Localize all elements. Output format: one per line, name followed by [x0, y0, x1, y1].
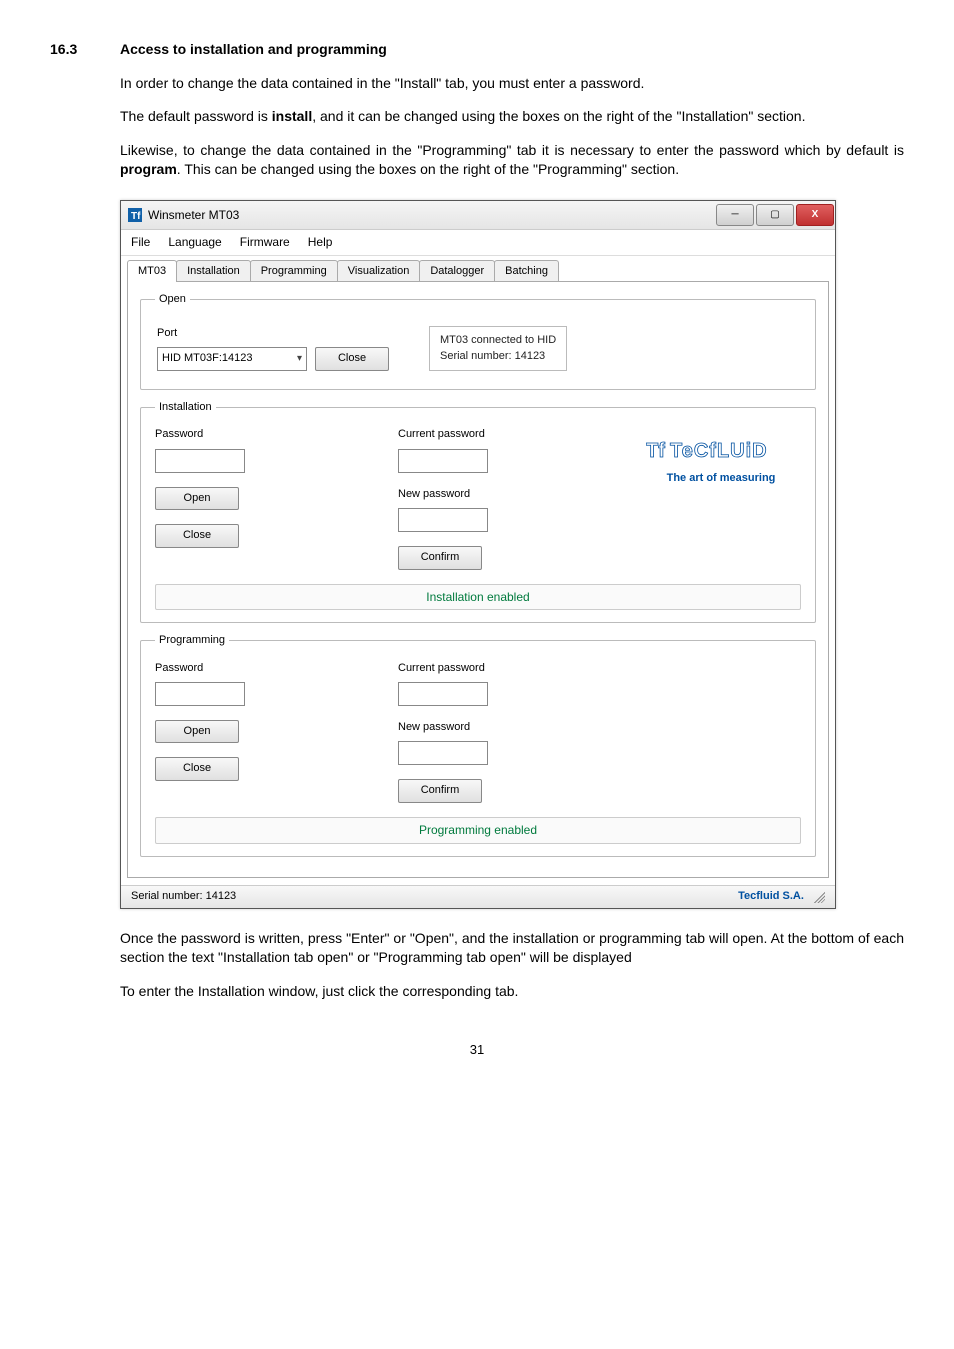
menubar: File Language Firmware Help [121, 230, 835, 256]
text-bold: install [272, 108, 312, 124]
programming-legend: Programming [155, 633, 229, 648]
tabbar: MT03 Installation Programming Visualizat… [121, 256, 835, 282]
connection-status-box: MT03 connected to HID Serial number: 141… [429, 326, 567, 371]
tab-mt03[interactable]: MT03 [127, 260, 177, 282]
brand-tagline: The art of measuring [641, 471, 801, 486]
section-title: Access to installation and programming [120, 40, 387, 60]
prog-new-pw-label: New password [398, 720, 598, 735]
text-bold: program [120, 161, 177, 177]
install-current-pw-label: Current password [398, 427, 598, 442]
install-password-label: Password [155, 427, 355, 442]
prog-open-button[interactable]: Open [155, 720, 239, 743]
open-group: Open Port HID MT03F:14123 Close MT03 con… [140, 292, 816, 390]
prog-new-pw-input[interactable] [398, 741, 488, 765]
installation-group: Installation Password Open Close Current… [140, 400, 816, 623]
tab-installation[interactable]: Installation [176, 260, 251, 282]
text: . This can be changed using the boxes on… [177, 161, 679, 177]
connection-status-line: MT03 connected to HID [440, 333, 556, 348]
maximize-button[interactable]: ▢ [756, 204, 794, 226]
prog-password-label: Password [155, 661, 355, 676]
minimize-button[interactable]: ─ [716, 204, 754, 226]
titlebar[interactable]: Tf Winsmeter MT03 ─ ▢ X [121, 201, 835, 230]
installation-legend: Installation [155, 400, 216, 415]
install-password-input[interactable] [155, 449, 245, 473]
section-number: 16.3 [50, 40, 120, 60]
menu-file[interactable]: File [131, 234, 150, 251]
connection-serial-line: Serial number: 14123 [440, 349, 556, 364]
paragraph: Likewise, to change the data contained i… [120, 141, 904, 180]
svg-text:Tf: Tf [646, 440, 665, 462]
port-close-button[interactable]: Close [315, 347, 389, 370]
tab-datalogger[interactable]: Datalogger [419, 260, 495, 282]
page-number: 31 [50, 1041, 904, 1059]
brand-logo: Tf TeCfLUiD [641, 437, 801, 468]
svg-text:TeCfLUiD: TeCfLUiD [670, 440, 768, 462]
menu-help[interactable]: Help [308, 234, 333, 251]
menu-firmware[interactable]: Firmware [240, 234, 290, 251]
install-confirm-button[interactable]: Confirm [398, 546, 482, 569]
install-current-pw-input[interactable] [398, 449, 488, 473]
statusbar-serial: Serial number: 14123 [131, 889, 236, 904]
programming-group: Programming Password Open Close Current … [140, 633, 816, 856]
install-status-label: Installation enabled [426, 589, 529, 606]
open-legend: Open [155, 292, 190, 307]
prog-status-label: Programming enabled [419, 822, 537, 839]
resize-grip-icon[interactable] [811, 889, 825, 903]
install-close-button[interactable]: Close [155, 524, 239, 547]
tab-programming[interactable]: Programming [250, 260, 338, 282]
menu-language[interactable]: Language [168, 234, 221, 251]
text: Likewise, to change the data contained i… [120, 142, 904, 158]
statusbar-company: Tecfluid S.A. [738, 890, 804, 902]
text: The default password is [120, 108, 272, 124]
tab-visualization[interactable]: Visualization [337, 260, 421, 282]
prog-close-button[interactable]: Close [155, 757, 239, 780]
install-new-pw-input[interactable] [398, 508, 488, 532]
app-window: Tf Winsmeter MT03 ─ ▢ X File Language Fi… [120, 200, 836, 909]
paragraph: To enter the Installation window, just c… [120, 982, 904, 1002]
text: , and it can be changed using the boxes … [312, 108, 805, 124]
tab-content: Open Port HID MT03F:14123 Close MT03 con… [127, 281, 829, 878]
statusbar: Serial number: 14123 Tecfluid S.A. [121, 885, 835, 908]
install-new-pw-label: New password [398, 487, 598, 502]
paragraph: Once the password is written, press "Ent… [120, 929, 904, 968]
install-open-button[interactable]: Open [155, 487, 239, 510]
port-select[interactable]: HID MT03F:14123 [157, 347, 307, 371]
prog-current-pw-label: Current password [398, 661, 598, 676]
paragraph: The default password is install, and it … [120, 107, 904, 127]
prog-password-input[interactable] [155, 682, 245, 706]
prog-current-pw-input[interactable] [398, 682, 488, 706]
close-window-button[interactable]: X [796, 204, 834, 226]
app-icon: Tf [127, 207, 143, 223]
tab-batching[interactable]: Batching [494, 260, 559, 282]
prog-confirm-button[interactable]: Confirm [398, 779, 482, 802]
port-label: Port [157, 326, 389, 341]
svg-text:Tf: Tf [131, 211, 141, 222]
window-title: Winsmeter MT03 [148, 207, 239, 224]
paragraph: In order to change the data contained in… [120, 74, 904, 94]
